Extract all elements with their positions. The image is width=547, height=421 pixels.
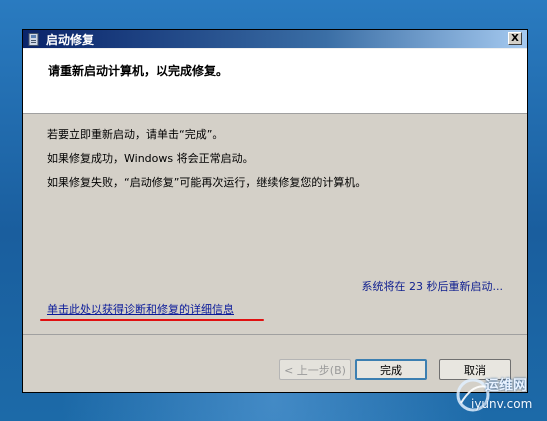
finish-button[interactable]: 完成 xyxy=(355,359,427,380)
watermark-text-cn: 运维网 xyxy=(485,378,527,394)
watermark-text-url: iyunv.com xyxy=(471,397,533,411)
startup-repair-dialog: 启动修复 X 请重新启动计算机，以完成修复。 若要立即重新启动，请单击“完成”。… xyxy=(22,29,528,393)
close-icon: X xyxy=(511,32,519,44)
back-button[interactable]: < 上一步(B) xyxy=(279,359,351,380)
page-heading: 请重新启动计算机，以完成修复。 xyxy=(48,64,229,78)
instruction-line-3: 如果修复失败，“启动修复”可能再次运行，继续修复您的计算机。 xyxy=(47,176,367,189)
instruction-line-1: 若要立即重新启动，请单击“完成”。 xyxy=(47,128,224,141)
instruction-line-2: 如果修复成功，Windows 将会正常启动。 xyxy=(47,152,254,165)
restart-countdown: 系统将在 23 秒后重新启动... xyxy=(361,280,503,293)
window-title: 启动修复 xyxy=(46,32,95,47)
red-underline-annotation xyxy=(40,319,264,321)
titlebar: 启动修复 X xyxy=(23,30,527,48)
watermark: 运维网 iyunv.com xyxy=(451,373,543,417)
header-panel: 请重新启动计算机，以完成修复。 xyxy=(23,49,527,114)
close-button[interactable]: X xyxy=(508,32,522,45)
content-panel: 若要立即重新启动，请单击“完成”。 如果修复成功，Windows 将会正常启动。… xyxy=(23,114,527,334)
startup-repair-icon xyxy=(28,32,40,46)
diagnostic-details-link[interactable]: 单击此处以获得诊断和修复的详细信息 xyxy=(47,301,234,317)
